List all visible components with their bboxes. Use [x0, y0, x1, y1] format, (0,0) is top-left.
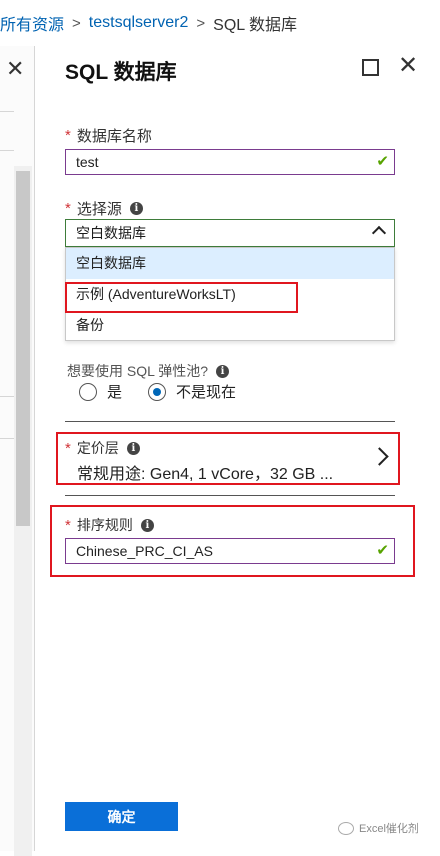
source-select[interactable]: 空白数据库: [65, 219, 395, 247]
confirm-button[interactable]: 确定: [65, 802, 178, 831]
breadcrumb: 所有资源 > testsqlserver2 > SQL 数据库: [0, 0, 440, 47]
chevron-up-icon[interactable]: [371, 225, 387, 241]
close-icon[interactable]: ✕: [398, 54, 418, 78]
close-icon[interactable]: ✕: [6, 58, 24, 80]
divider: [0, 150, 14, 151]
radio-not-now-label[interactable]: 不是现在: [176, 381, 236, 402]
source-label: * 选择源 i: [65, 198, 143, 219]
breadcrumb-current: SQL 数据库: [213, 17, 298, 34]
radio-not-now[interactable]: [148, 382, 167, 401]
db-name-input[interactable]: test ✔: [65, 149, 395, 175]
elastic-pool-label: 想要使用 SQL 弹性池? i: [67, 361, 230, 381]
highlight-box-pricing-tier: [56, 432, 400, 485]
breadcrumb-separator: >: [196, 14, 206, 32]
radio-yes-label[interactable]: 是: [107, 381, 122, 402]
required-mark: *: [65, 200, 71, 217]
highlight-box-sample-option: [65, 282, 298, 313]
scrollbar-thumb[interactable]: [16, 171, 30, 526]
watermark: Excel催化剂: [338, 820, 419, 836]
info-icon[interactable]: i: [216, 364, 230, 378]
db-name-label: * 数据库名称: [65, 125, 152, 146]
dropdown-option-backup[interactable]: 备份: [66, 310, 394, 341]
wechat-icon: [338, 821, 354, 835]
info-icon[interactable]: i: [129, 202, 143, 215]
breadcrumb-separator: >: [72, 14, 81, 32]
elastic-pool-question: 想要使用 SQL 弹性池?: [67, 363, 209, 379]
watermark-text: Excel催化剂: [359, 823, 419, 835]
source-label-text: 选择源: [76, 201, 122, 218]
db-name-value: test: [76, 154, 99, 170]
maximize-icon[interactable]: [362, 59, 379, 76]
blade-title: SQL 数据库: [65, 61, 177, 84]
breadcrumb-all-resources[interactable]: 所有资源: [0, 11, 64, 35]
required-mark: *: [65, 127, 71, 144]
divider: [65, 495, 395, 496]
source-selected-value: 空白数据库: [76, 225, 146, 241]
elastic-pool-radio-group: 是 不是现在: [79, 381, 262, 402]
breadcrumb-server[interactable]: testsqlserver2: [89, 14, 189, 32]
dropdown-option-blank[interactable]: 空白数据库: [66, 248, 394, 279]
db-name-label-text: 数据库名称: [76, 128, 152, 145]
background-blade: ✕: [0, 46, 35, 856]
divider: [65, 421, 395, 422]
radio-yes[interactable]: [79, 382, 97, 401]
check-icon: ✔: [376, 153, 389, 170]
divider: [0, 111, 14, 112]
divider: [0, 396, 14, 397]
divider: [0, 438, 14, 439]
highlight-box-collation: [50, 505, 415, 577]
